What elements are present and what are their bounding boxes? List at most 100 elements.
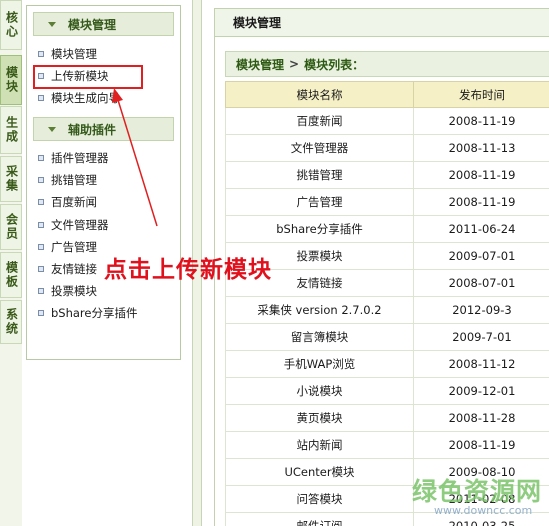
table-row[interactable]: UCenter模块 2009-08-10	[225, 458, 549, 486]
publish-date-cell: 2008-11-19	[413, 188, 549, 216]
vertical-tab[interactable]: 采集	[0, 156, 22, 202]
page-title: 模块管理	[215, 9, 549, 37]
sidebar-item-label: 文件管理器	[51, 218, 109, 232]
module-name-cell: 黄页模块	[225, 404, 414, 432]
square-bullet-icon	[38, 288, 44, 294]
publish-date-cell: 2009-07-01	[413, 242, 549, 270]
column-header-module-name: 模块名称	[225, 81, 414, 108]
publish-date-cell: 2011-06-24	[413, 215, 549, 243]
table-row[interactable]: bShare分享插件 2011-06-24	[225, 215, 549, 243]
triangle-down-icon	[48, 21, 56, 27]
module-name-cell: 邮件订阅	[225, 512, 414, 526]
sidebar-section-title: 辅助插件	[68, 122, 117, 137]
breadcrumb: 模块管理 > 模块列表：	[225, 51, 549, 77]
table-row[interactable]: 邮件订阅 2010-03-25	[225, 512, 549, 526]
square-bullet-icon	[38, 95, 44, 101]
table-row[interactable]: 站内新闻 2008-11-19	[225, 431, 549, 459]
module-name-cell: 手机WAP浏览	[225, 350, 414, 378]
table-row[interactable]: 挑错管理 2008-11-19	[225, 161, 549, 189]
publish-date-cell: 2010-03-25	[413, 512, 549, 526]
sidebar-item-label: 百度新闻	[51, 195, 97, 209]
vertical-tab[interactable]: 生成	[0, 106, 22, 154]
square-bullet-icon	[38, 244, 44, 250]
sidebar-item-label: 挑错管理	[51, 173, 97, 187]
square-bullet-icon	[38, 51, 44, 57]
vertical-tab[interactable]: 模块	[0, 55, 22, 105]
sidebar-item-label: 模块生成向导	[51, 91, 120, 105]
table-row[interactable]: 采集侠 version 2.7.0.2 2012-09-3	[225, 296, 549, 324]
sidebar-item[interactable]: 广告管理	[38, 238, 97, 256]
module-name-cell: 挑错管理	[225, 161, 414, 189]
publish-date-cell: 2008-11-28	[413, 404, 549, 432]
square-bullet-icon	[38, 266, 44, 272]
table-row[interactable]: 文件管理器 2008-11-13	[225, 134, 549, 162]
publish-date-cell: 2009-12-01	[413, 377, 549, 405]
vertical-tab[interactable]: 核心	[0, 0, 22, 50]
column-header-publish-date: 发布时间	[413, 81, 549, 108]
triangle-down-icon	[48, 126, 56, 132]
table-row[interactable]: 友情链接 2008-07-01	[225, 269, 549, 297]
module-name-cell: 文件管理器	[225, 134, 414, 162]
publish-date-cell: 2008-11-12	[413, 350, 549, 378]
module-name-cell: 广告管理	[225, 188, 414, 216]
table-header-row: 模块名称 发布时间	[225, 81, 549, 108]
sidebar-item[interactable]: 插件管理器	[38, 149, 109, 167]
module-name-cell: 留言簿模块	[225, 323, 414, 351]
module-name-cell: 问答模块	[225, 485, 414, 513]
publish-date-cell: 2008-11-13	[413, 134, 549, 162]
vertical-tab[interactable]: 模板	[0, 252, 22, 298]
sidebar-section-plugins[interactable]: 辅助插件	[33, 117, 174, 141]
sidebar-item[interactable]: 百度新闻	[38, 193, 97, 211]
table-row[interactable]: 广告管理 2008-11-19	[225, 188, 549, 216]
breadcrumb-separator: >	[289, 57, 300, 71]
module-name-cell: 采集侠 version 2.7.0.2	[225, 296, 414, 324]
sidebar-section-title: 模块管理	[68, 17, 117, 32]
table-row[interactable]: 问答模块 2011-02-08	[225, 485, 549, 513]
publish-date-cell: 2008-11-19	[413, 107, 549, 135]
vertical-tab[interactable]: 会员	[0, 204, 22, 250]
sidebar-item-label: 模块管理	[51, 47, 97, 61]
breadcrumb-current: 模块列表：	[304, 57, 365, 72]
publish-date-cell: 2009-7-01	[413, 323, 549, 351]
sidebar-item[interactable]: 挑错管理	[38, 171, 97, 189]
publish-date-cell: 2012-09-3	[413, 296, 549, 324]
sidebar-item-label: 广告管理	[51, 240, 97, 254]
sidebar-item[interactable]: 模块管理	[38, 45, 97, 63]
sidebar-item-label: 插件管理器	[51, 151, 109, 165]
module-table-container: 模块名称 发布时间 百度新闻 2008-11-19 文件管理器 2008-11-13 挑…	[225, 81, 549, 526]
module-name-cell: bShare分享插件	[225, 215, 414, 243]
module-name-cell: UCenter模块	[225, 458, 414, 486]
module-name-cell: 小说模块	[225, 377, 414, 405]
table-row[interactable]: 小说模块 2009-12-01	[225, 377, 549, 405]
annotation-text: 点击上传新模块	[104, 257, 272, 283]
vertical-tab[interactable]: 系统	[0, 300, 22, 344]
sidebar-item[interactable]: 友情链接	[38, 260, 97, 278]
table-row[interactable]: 投票模块 2009-07-01	[225, 242, 549, 270]
sidebar-item-label: bShare分享插件	[51, 306, 138, 320]
module-name-cell: 百度新闻	[225, 107, 414, 135]
publish-date-cell: 2008-07-01	[413, 269, 549, 297]
sidebar-section-module-management[interactable]: 模块管理	[33, 12, 174, 36]
sidebar-item[interactable]: 文件管理器	[38, 216, 109, 234]
breadcrumb-root[interactable]: 模块管理	[236, 56, 284, 73]
module-name-cell: 站内新闻	[225, 431, 414, 459]
sidebar-item[interactable]: bShare分享插件	[38, 304, 138, 322]
sidebar-item-label: 投票模块	[51, 284, 97, 298]
table-row[interactable]: 百度新闻 2008-11-19	[225, 107, 549, 135]
square-bullet-icon	[38, 177, 44, 183]
sidebar-item-label: 友情链接	[51, 262, 97, 276]
sidebar-item[interactable]: 投票模块	[38, 282, 97, 300]
sidebar-item[interactable]: 模块生成向导	[38, 89, 120, 107]
highlight-box	[33, 65, 143, 89]
publish-date-cell: 2009-08-10	[413, 458, 549, 486]
table-row[interactable]: 手机WAP浏览 2008-11-12	[225, 350, 549, 378]
table-row[interactable]: 留言簿模块 2009-7-01	[225, 323, 549, 351]
square-bullet-icon	[38, 310, 44, 316]
publish-date-cell: 2008-11-19	[413, 161, 549, 189]
publish-date-cell: 2008-11-19	[413, 431, 549, 459]
module-table: 模块名称 发布时间 百度新闻 2008-11-19 文件管理器 2008-11-13 挑…	[225, 81, 549, 526]
vertical-tab-bar: 核心 模块 生成 采集 会员 模板 系统	[0, 0, 22, 526]
square-bullet-icon	[38, 199, 44, 205]
table-row[interactable]: 黄页模块 2008-11-28	[225, 404, 549, 432]
square-bullet-icon	[38, 222, 44, 228]
